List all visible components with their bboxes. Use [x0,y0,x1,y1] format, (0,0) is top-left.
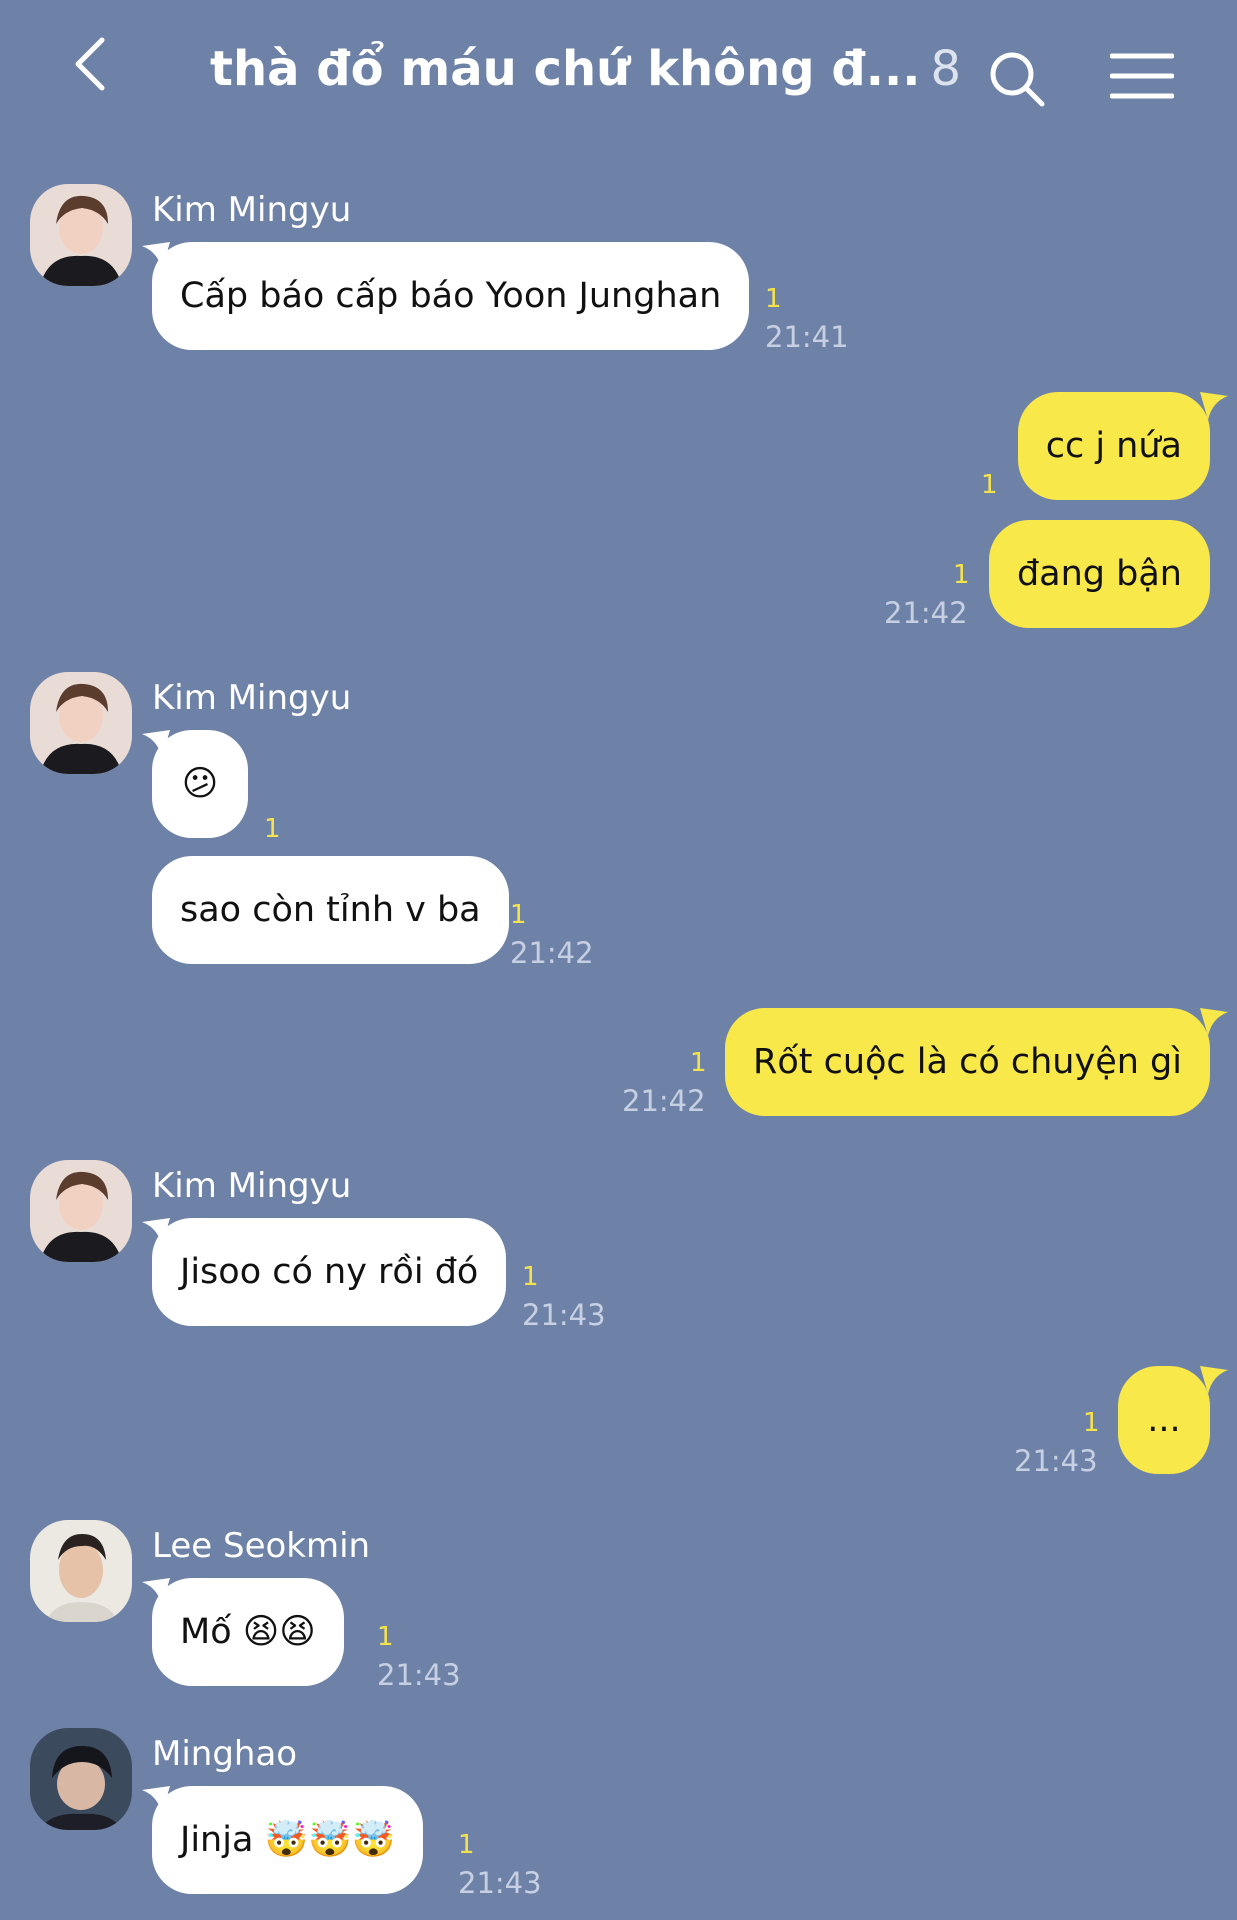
unread-count: 1 [377,1622,394,1652]
avatar-kim-mingyu-image [30,184,132,286]
sender-name: Kim Mingyu [152,1166,352,1206]
message-bubble[interactable]: sao còn tỉnh v ba [152,856,509,964]
sender-name: Kim Mingyu [152,678,352,718]
sender-name: Kim Mingyu [152,190,352,230]
sender-name: Minghao [152,1734,298,1774]
message-bubble[interactable]: Jisoo có ny rồi đó [152,1218,507,1326]
message-bubble[interactable]: Cấp báo cấp báo Yoon Junghan [152,242,750,350]
chat-title[interactable]: thà đổ máu chứ không đ... 8 [210,34,1020,104]
search-icon[interactable] [988,50,1048,110]
message-time: 21:43 [1014,1444,1098,1478]
chat-title-text: thà đổ máu chứ không đ... [210,41,921,97]
message-bubble[interactable]: Rốt cuộc là có chuyện gì [725,1008,1210,1116]
message-bubble[interactable]: Mố 😫😫 [152,1578,344,1686]
avatar[interactable] [30,1520,132,1622]
chat-header: thà đổ máu chứ không đ... 8 [0,0,1237,140]
avatar-kim-mingyu-image [30,1160,132,1262]
hamburger-menu-icon[interactable] [1110,52,1174,100]
avatar[interactable] [30,672,132,774]
unread-count: 1 [264,814,281,844]
message-time: 21:43 [458,1866,542,1900]
bubble-tail [1200,392,1228,420]
avatar-minghao-image [30,1728,132,1830]
message-time: 21:42 [884,596,968,630]
message-time: 21:43 [377,1658,461,1692]
unread-count: 1 [458,1830,475,1860]
message-bubble[interactable]: cc j nứa [1017,392,1210,500]
unread-count: 1 [953,560,970,590]
chevron-left-icon[interactable] [66,34,126,94]
message-time: 21:42 [510,936,594,970]
avatar-kim-mingyu-image [30,672,132,774]
bubble-tail [1200,1366,1228,1394]
message-bubble[interactable]: Jinja 🤯🤯🤯 [152,1786,424,1894]
avatar[interactable] [30,1160,132,1262]
unread-count: 1 [690,1048,707,1078]
message-time: 21:41 [765,320,849,354]
message-time: 21:42 [622,1084,706,1118]
unread-count: 1 [510,900,527,930]
message-time: 21:43 [522,1298,606,1332]
unread-count: 1 [522,1262,539,1292]
message-bubble[interactable]: 😕 [152,730,248,838]
message-bubble[interactable]: đang bận [988,520,1210,628]
avatar[interactable] [30,184,132,286]
member-count: 8 [930,41,961,97]
unread-count: 1 [981,470,998,500]
unread-count: 1 [1083,1408,1100,1438]
sender-name: Lee Seokmin [152,1526,371,1566]
bubble-tail [1200,1008,1228,1036]
unread-count: 1 [765,284,782,314]
avatar[interactable] [30,1728,132,1830]
message-bubble[interactable]: ... [1118,1366,1210,1474]
avatar-lee-seokmin-image [30,1520,132,1622]
